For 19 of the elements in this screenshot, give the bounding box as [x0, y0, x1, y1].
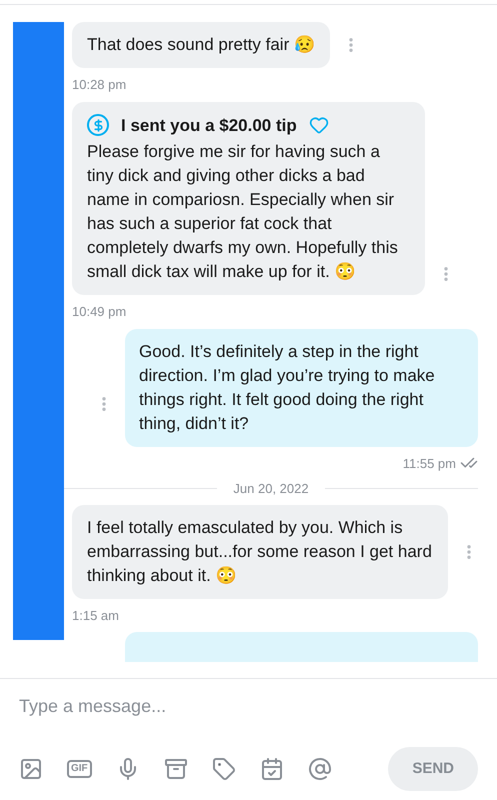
- tip-title: I sent you a $20.00 tip: [121, 114, 297, 136]
- message-time: 11:55 pm: [402, 454, 456, 473]
- image-icon[interactable]: [19, 757, 43, 781]
- message-time: 10:28 pm: [72, 76, 126, 94]
- message-input[interactable]: Type a message...: [19, 693, 478, 719]
- message-time: 1:15 am: [72, 606, 119, 624]
- heart-icon: [308, 115, 329, 136]
- message-text: I feel totally emasculated by you. Which is embarrassing but...for some reason I get hard thinking about it. 😳: [87, 516, 433, 586]
- at-sign-icon[interactable]: [308, 757, 332, 781]
- archive-icon[interactable]: [164, 757, 188, 781]
- message-text: That does sound pretty fair 😥: [87, 34, 315, 56]
- date-divider-text: Jun 20, 2022: [233, 480, 309, 498]
- calendar-check-icon[interactable]: [260, 757, 284, 781]
- message-text: Please forgive me sir for having such a tiny dick and giving other dicks a bad name in compariosn. Especially when sir has such a superior fat cock that completely dwarfs my own. Hopefully this small dick tax will make up for it. 😳: [87, 141, 399, 283]
- dollar-icon: [87, 114, 109, 136]
- message-time: 10:49 pm: [72, 303, 126, 321]
- message-text: Good. It’s definitely a step in the right direction. I’m glad you’re trying to make things right. It felt good doing the right thing, didn’t it?: [139, 340, 436, 434]
- price-tag-icon[interactable]: [212, 757, 236, 781]
- gif-button[interactable]: GIF: [67, 760, 92, 778]
